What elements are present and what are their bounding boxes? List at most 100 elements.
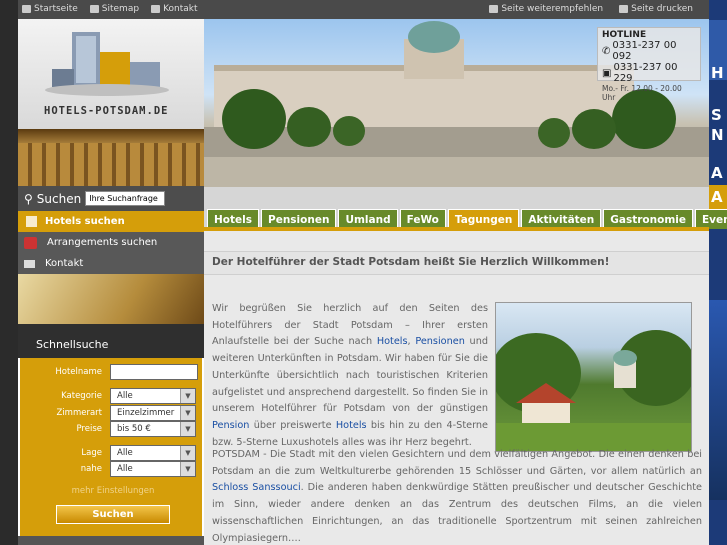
search-icon: ⚲ bbox=[24, 191, 33, 206]
tab-events[interactable]: Events bbox=[695, 209, 727, 229]
more-settings-link[interactable]: mehr Einstellungen bbox=[20, 486, 206, 496]
arrangement-icon bbox=[24, 236, 37, 249]
chevron-down-icon: ▼ bbox=[180, 389, 195, 403]
nav-kontakt[interactable]: Kontakt bbox=[18, 253, 204, 274]
top-bar: Startseite Sitemap Kontakt Seite weitere… bbox=[18, 0, 709, 19]
brand-text: HOTELS-POTSDAM.DE bbox=[44, 105, 169, 117]
colonnade-photo bbox=[18, 129, 204, 186]
nahe-label: nahe bbox=[80, 464, 102, 474]
fax-icon: ▣ bbox=[602, 67, 612, 79]
banner-letter: A bbox=[711, 188, 723, 206]
chevron-down-icon: ▼ bbox=[180, 462, 195, 476]
mail-icon bbox=[24, 259, 35, 268]
home-label: Startseite bbox=[34, 4, 78, 14]
hotline-box: HOTLINE ✆ 0331-237 00 092 ▣ 0331-237 00 22… bbox=[597, 27, 701, 102]
tab-aktivitaeten[interactable]: Aktivitäten bbox=[521, 209, 602, 229]
mail-icon bbox=[151, 5, 161, 13]
hotelname-input[interactable] bbox=[110, 364, 198, 380]
sitemap-label: Sitemap bbox=[101, 4, 140, 14]
banner-letter: A bbox=[711, 164, 723, 182]
link-pension[interactable]: Pension bbox=[212, 420, 249, 431]
park-pavilion-photo bbox=[495, 302, 692, 452]
sanssouci-hero-photo: HOTLINE ✆ 0331-237 00 092 ▣ 0331-237 00 22… bbox=[204, 19, 709, 187]
nahe-row: nahe Alle ▼ bbox=[20, 461, 206, 477]
quicksearch-form: Hotelname Kategorie Alle ▼ Zimmerart Einz… bbox=[18, 358, 204, 536]
sitemap-icon bbox=[89, 5, 99, 13]
link-schloss-sanssouci[interactable]: Schloss Sanssouci bbox=[212, 482, 301, 493]
tab-tagungen[interactable]: Tagungen bbox=[447, 209, 520, 229]
hotel-icon bbox=[26, 216, 37, 227]
tab-pensionen[interactable]: Pensionen bbox=[261, 209, 337, 229]
tab-gastronomie[interactable]: Gastronomie bbox=[603, 209, 693, 229]
kategorie-row: Kategorie Alle ▼ bbox=[20, 388, 206, 404]
hotelname-row: Hotelname bbox=[20, 364, 206, 380]
nahe-select[interactable]: Alle ▼ bbox=[110, 461, 196, 477]
potsdam-paragraph: POTSDAM - Die Stadt mit den vielen Gesic… bbox=[212, 449, 702, 544]
lage-select[interactable]: Alle ▼ bbox=[110, 445, 196, 461]
quicksearch-submit-button[interactable]: Suchen bbox=[56, 505, 170, 524]
nav-hotels-label: Hotels suchen bbox=[45, 216, 125, 227]
lage-row: Lage Alle ▼ bbox=[20, 445, 206, 461]
lage-value: Alle bbox=[117, 448, 133, 458]
kategorie-label: Kategorie bbox=[61, 391, 102, 401]
home-icon bbox=[22, 5, 31, 13]
zimmerart-select[interactable]: Einzelzimmer ▼ bbox=[110, 405, 196, 421]
nav-arrangements-label: Arrangements suchen bbox=[47, 237, 158, 248]
main-content: Der Hotelführer der Stadt Potsdam heißt … bbox=[204, 231, 709, 545]
zimmerart-label: Zimmerart bbox=[56, 408, 102, 418]
print-link[interactable]: Seite drucken bbox=[619, 4, 693, 14]
hotline-fax: 0331-237 00 229 bbox=[613, 62, 678, 84]
site-logo[interactable]: HOTELS-POTSDAM.DE bbox=[18, 19, 204, 129]
phone-icon: ✆ bbox=[602, 45, 611, 57]
main-tab-bar: Hotels Pensionen Umland FeWo Tagungen Ak… bbox=[204, 187, 727, 231]
welcome-heading: Der Hotelführer der Stadt Potsdam heißt … bbox=[204, 251, 709, 275]
preise-select[interactable]: bis 50 € ▼ bbox=[110, 421, 196, 437]
nahe-value: Alle bbox=[117, 464, 133, 474]
hotline-phone: 0331-237 00 092 bbox=[612, 40, 677, 62]
nav-hotels-suchen[interactable]: Hotels suchen bbox=[18, 211, 204, 232]
kategorie-value: Alle bbox=[117, 391, 133, 401]
kontakt-link[interactable]: Kontakt bbox=[151, 4, 198, 14]
link-hotels[interactable]: Hotels bbox=[377, 336, 408, 347]
quicksearch-title: Schnellsuche bbox=[18, 324, 204, 360]
hotline-hours: Mo.- Fr. 12.00 - 20.00 Uhr bbox=[602, 84, 682, 102]
recommend-label: Seite weiterempfehlen bbox=[501, 4, 604, 14]
zimmerart-row: Zimmerart Einzelzimmer ▼ bbox=[20, 405, 206, 421]
banner-letter: N bbox=[711, 126, 724, 144]
right-ad-banner[interactable]: H S N A A bbox=[709, 0, 727, 545]
preise-label: Preise bbox=[76, 424, 102, 434]
intro-paragraph: Wir begrüßen Sie herzlich auf den Seiten… bbox=[212, 303, 488, 448]
banner-letter: H bbox=[711, 64, 724, 82]
sitemap-link[interactable]: Sitemap bbox=[89, 4, 140, 14]
tab-hotels[interactable]: Hotels bbox=[207, 209, 259, 229]
kategorie-select[interactable]: Alle ▼ bbox=[110, 388, 196, 404]
link-hotels-2[interactable]: Hotels bbox=[336, 420, 367, 431]
chevron-down-icon: ▼ bbox=[180, 406, 195, 420]
banner-letter: S bbox=[711, 106, 722, 124]
home-link[interactable]: Startseite bbox=[22, 4, 78, 14]
tab-fewo[interactable]: FeWo bbox=[399, 209, 446, 229]
kontakt-label: Kontakt bbox=[163, 4, 198, 14]
search-label: Suchen bbox=[36, 191, 82, 206]
tab-umland[interactable]: Umland bbox=[338, 209, 398, 229]
lage-label: Lage bbox=[81, 448, 102, 458]
recommend-icon bbox=[489, 5, 499, 13]
chevron-down-icon: ▼ bbox=[180, 446, 195, 460]
preise-value: bis 50 € bbox=[117, 424, 151, 434]
chevron-down-icon: ▼ bbox=[180, 422, 195, 436]
hotelname-label: Hotelname bbox=[55, 367, 102, 377]
preise-row: Preise bis 50 € ▼ bbox=[20, 421, 206, 437]
printer-icon bbox=[619, 5, 629, 13]
print-label: Seite drucken bbox=[631, 4, 693, 14]
hotel-building-illustration bbox=[45, 32, 169, 96]
search-row: ⚲ Suchen bbox=[18, 186, 204, 211]
search-input[interactable] bbox=[85, 191, 166, 206]
nav-arrangements[interactable]: Arrangements suchen bbox=[18, 232, 204, 253]
nav-kontakt-label: Kontakt bbox=[45, 258, 84, 269]
recommend-link[interactable]: Seite weiterempfehlen bbox=[489, 4, 603, 14]
hotline-title: HOTLINE bbox=[602, 30, 647, 40]
link-pensionen[interactable]: Pensionen bbox=[415, 336, 465, 347]
left-footer-strip bbox=[18, 536, 204, 545]
courtyard-photo bbox=[18, 274, 204, 324]
zimmerart-value: Einzelzimmer bbox=[117, 408, 175, 418]
